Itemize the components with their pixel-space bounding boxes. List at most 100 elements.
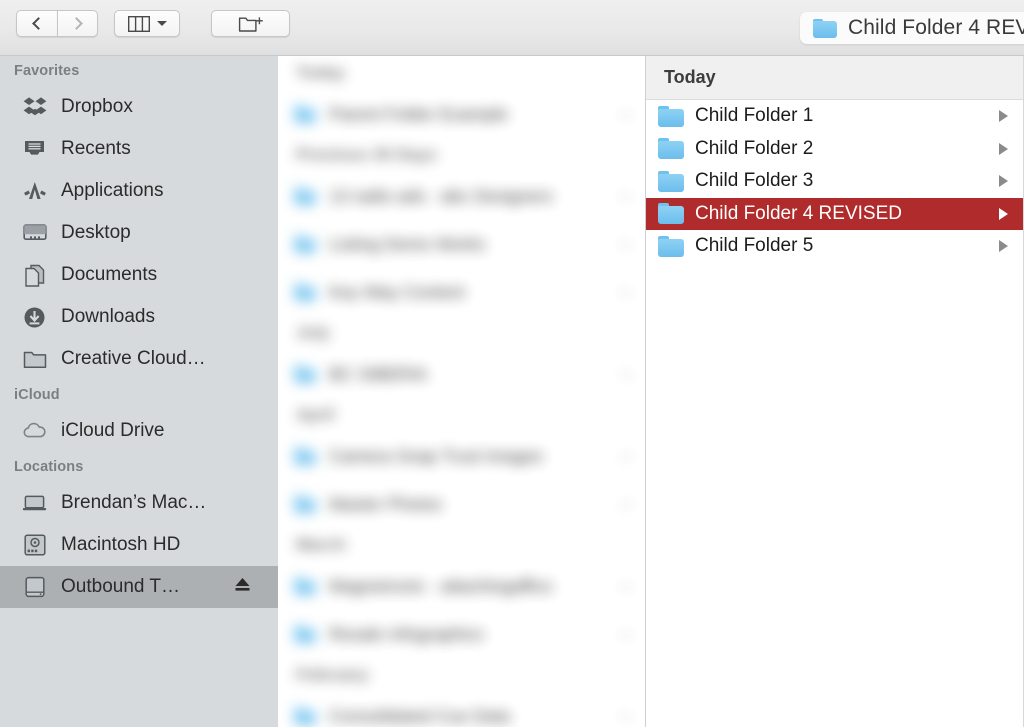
sidebar-item-label: Recents — [61, 138, 131, 159]
documents-icon — [22, 263, 47, 288]
triangle-right-icon[interactable] — [999, 142, 1008, 155]
sidebar-item-outbound-t[interactable]: Outbound T… — [0, 566, 278, 608]
folder-icon — [658, 138, 684, 160]
list-item-label: BC SIBERIA — [329, 363, 428, 384]
list-item-size: -- — [621, 105, 631, 123]
list-item[interactable]: Child Folder 2 — [646, 133, 1024, 166]
folder-icon — [294, 447, 316, 465]
middle-column-content: Today Parent Folder Example -- Previous … — [278, 56, 645, 727]
list-item-size: -- — [621, 577, 631, 595]
list-item-label: Child Folder 1 — [695, 105, 814, 127]
list-item-label: Consolidated Cue Data — [329, 705, 510, 726]
list-item-size: -- — [621, 283, 631, 301]
list-item-label: Magnetronic - attachingaffics — [329, 575, 553, 596]
folder-icon — [658, 105, 684, 127]
list-item-label: Child Folder 4 REVISED — [695, 202, 902, 224]
middle-column[interactable]: Today Parent Folder Example -- Previous … — [278, 56, 646, 727]
sidebar-item-applications[interactable]: Applications — [0, 170, 278, 212]
forward-button[interactable] — [57, 10, 98, 37]
list-item[interactable]: Camera Snap Trust Images -- — [278, 432, 645, 480]
finder-window: Child Folder 4 REVISED Favorites Dropbox — [0, 0, 1024, 727]
view-mode-button[interactable] — [114, 10, 180, 37]
folder-icon — [294, 707, 316, 725]
list-item[interactable]: Consolidated Cue Data -- — [278, 692, 645, 727]
list-item[interactable]: BC SIBERIA -- — [278, 350, 645, 398]
sidebar-heading-locations: Locations — [14, 459, 84, 475]
triangle-right-icon[interactable] — [999, 175, 1008, 188]
list-item-size: -- — [621, 495, 631, 513]
sidebar-item-label: Brendan’s Mac… — [61, 492, 207, 513]
new-folder-group — [211, 10, 290, 37]
list-item[interactable]: Parent Folder Example -- — [278, 90, 645, 138]
window-title-pill[interactable]: Child Folder 4 REVISED — [800, 12, 1024, 44]
list-item-size: -- — [621, 187, 631, 205]
sidebar-item-label: Desktop — [61, 222, 131, 243]
group-header: July — [296, 323, 331, 342]
sidebar-item-creative-cloud[interactable]: Creative Cloud… — [0, 338, 278, 380]
sidebar-item-dropbox[interactable]: Dropbox — [0, 86, 278, 128]
back-button[interactable] — [16, 10, 57, 37]
group-header: April — [296, 405, 335, 424]
external-disk-icon — [22, 575, 47, 600]
triangle-right-icon[interactable] — [999, 110, 1008, 123]
list-item-label: Camera Snap Trust Images — [329, 445, 543, 466]
list-item-size: -- — [621, 707, 631, 725]
list-item[interactable]: Child Folder 1 — [646, 100, 1024, 133]
list-item-label: Child Folder 3 — [695, 170, 814, 192]
folder-icon — [294, 283, 316, 301]
group-header: Today — [296, 63, 345, 82]
folder-icon — [22, 347, 47, 372]
list-item-size: -- — [621, 235, 631, 253]
view-options-group — [114, 10, 180, 37]
navigation-button-group — [16, 10, 98, 37]
cloud-icon — [22, 419, 47, 444]
list-item-label: Parent Folder Example — [329, 103, 508, 124]
list-item[interactable]: Magnetronic - attachingaffics -- — [278, 562, 645, 610]
right-column[interactable]: Today Child Folder 1 Child Folder 2 Chil… — [646, 56, 1024, 727]
new-folder-icon — [238, 16, 263, 32]
new-folder-button[interactable] — [211, 10, 290, 37]
desktop-icon — [22, 221, 47, 246]
list-item[interactable]: Resale Infographics -- — [278, 610, 645, 658]
folder-icon — [294, 577, 316, 595]
list-item-size: -- — [621, 625, 631, 643]
list-item[interactable]: Child Folder 3 — [646, 165, 1024, 198]
sidebar[interactable]: Favorites Dropbox Recents Applications D… — [0, 56, 278, 727]
sidebar-item-icloud-drive[interactable]: iCloud Drive — [0, 410, 278, 452]
list-item-label: 13 radio ads - abc Designers — [329, 185, 553, 206]
list-item-label: Child Folder 2 — [695, 137, 814, 159]
sidebar-item-brendans-mac[interactable]: Brendan’s Mac… — [0, 482, 278, 524]
group-header-today: Today — [646, 56, 1024, 100]
applications-icon — [22, 179, 47, 204]
list-item-label: Listing Demo Works — [329, 233, 486, 254]
folder-icon — [658, 235, 684, 257]
list-item[interactable]: Master Photos -- — [278, 480, 645, 528]
sidebar-item-documents[interactable]: Documents — [0, 254, 278, 296]
triangle-right-icon[interactable] — [999, 240, 1008, 253]
sidebar-item-label: Creative Cloud… — [61, 348, 206, 369]
triangle-right-icon[interactable] — [999, 207, 1008, 220]
downloads-icon — [22, 305, 47, 330]
laptop-icon — [22, 491, 47, 516]
list-item-size: -- — [621, 447, 631, 465]
sidebar-item-macintosh-hd[interactable]: Macintosh HD — [0, 524, 278, 566]
folder-icon — [294, 365, 316, 383]
sidebar-item-label: Dropbox — [61, 96, 133, 117]
sidebar-item-recents[interactable]: Recents — [0, 128, 278, 170]
sidebar-item-label: Outbound T… — [61, 576, 181, 597]
group-header: Previous 30 Days — [296, 145, 437, 164]
list-item-label: Key Way Content — [329, 281, 465, 302]
list-item[interactable]: Child Folder 5 — [646, 230, 1024, 263]
list-item[interactable]: Listing Demo Works -- — [278, 220, 645, 268]
list-item[interactable]: 13 radio ads - abc Designers -- — [278, 172, 645, 220]
list-item-selected[interactable]: Child Folder 4 REVISED — [646, 197, 1024, 230]
group-header: February — [296, 665, 369, 684]
folder-icon — [813, 18, 837, 38]
folder-icon — [294, 105, 316, 123]
sidebar-heading-icloud: iCloud — [14, 387, 60, 403]
list-item[interactable]: Key Way Content -- — [278, 268, 645, 316]
sidebar-item-desktop[interactable]: Desktop — [0, 212, 278, 254]
eject-icon[interactable] — [233, 576, 252, 599]
sidebar-item-downloads[interactable]: Downloads — [0, 296, 278, 338]
list-item-label: Child Folder 5 — [695, 235, 814, 257]
